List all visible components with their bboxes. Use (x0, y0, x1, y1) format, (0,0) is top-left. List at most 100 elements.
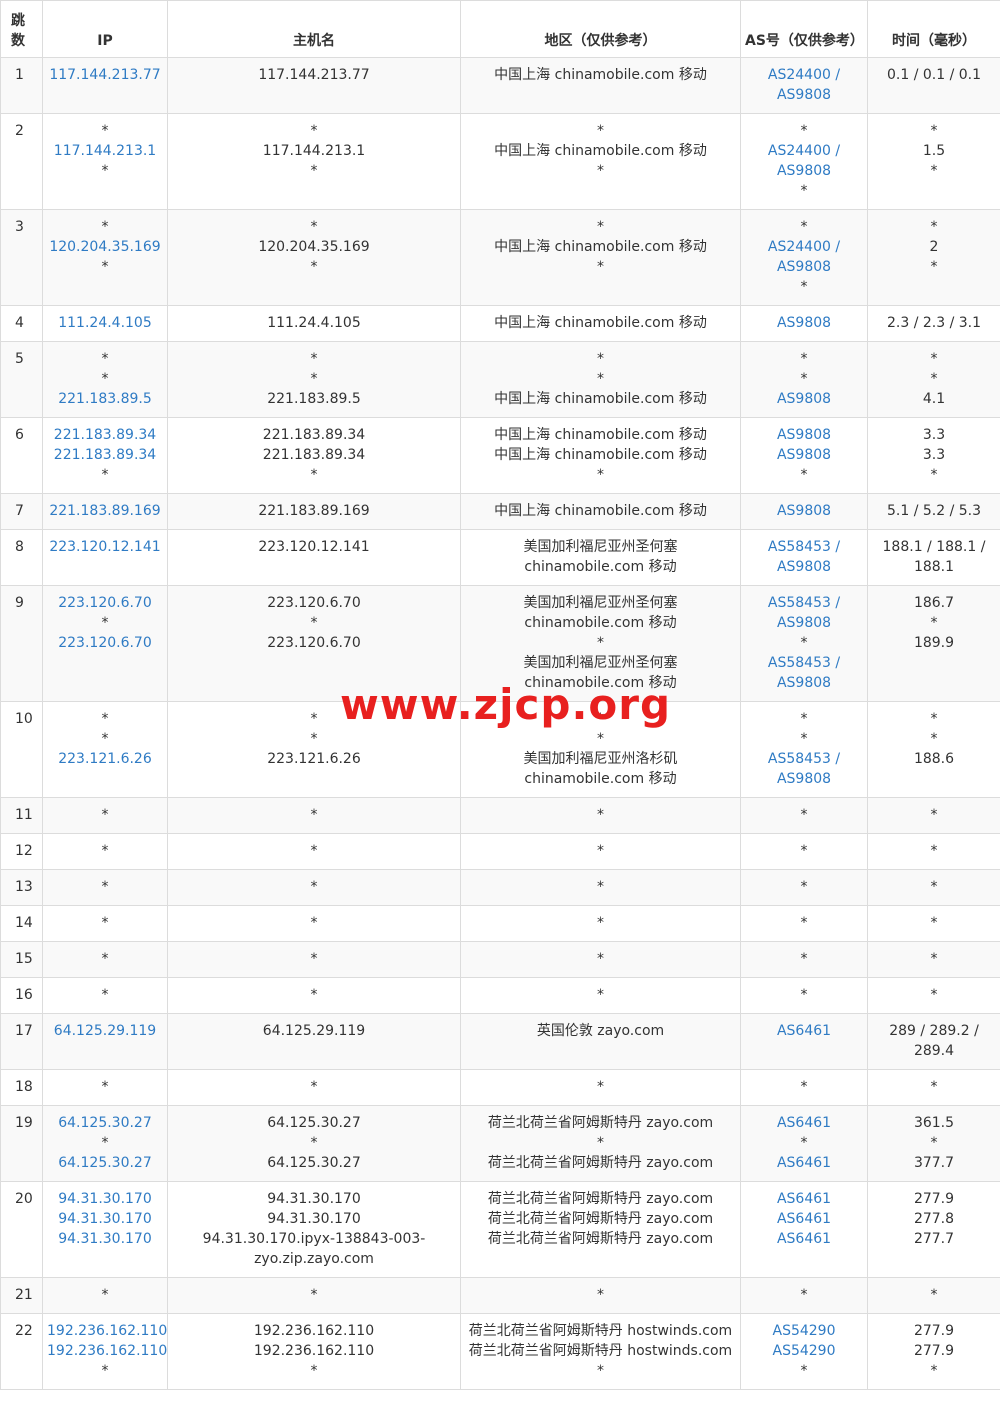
time-cell: 0.1 / 0.1 / 0.1 (867, 57, 1000, 114)
ip-link[interactable]: 223.120.6.70 (47, 633, 163, 653)
ip-link[interactable]: 94.31.30.170 (47, 1209, 163, 1229)
empty-marker: * (597, 123, 604, 139)
empty-marker: * (930, 123, 938, 139)
empty-marker: * (597, 879, 604, 895)
as-link[interactable]: AS9808 (745, 445, 863, 465)
ip-link[interactable]: 192.236.162.110 (47, 1321, 167, 1341)
as-link[interactable]: AS6461 (745, 1189, 863, 1209)
ip-link[interactable]: 64.125.30.27 (47, 1153, 163, 1173)
as-link[interactable]: AS58453 / (745, 537, 863, 557)
ip-link[interactable]: 223.120.12.141 (47, 537, 163, 557)
hop-number: 18 (0, 1069, 43, 1106)
region-value: 中国上海 chinamobile.com 移动 (494, 239, 707, 255)
as-link[interactable]: AS9808 (745, 425, 863, 445)
empty-marker: * (310, 915, 318, 931)
ip-cell: 64.125.30.27 * 64.125.30.27 (42, 1105, 168, 1182)
region-value: 中国上海 chinamobile.com 移动 (494, 67, 707, 83)
ip-link[interactable]: 117.144.213.77 (47, 65, 163, 85)
as-link[interactable]: AS58453 / (745, 653, 863, 673)
ip-link[interactable]: 94.31.30.170 (47, 1229, 163, 1249)
region-cell: * (460, 869, 741, 906)
header-ip: IP (42, 0, 168, 58)
as-link[interactable]: AS9808 (745, 673, 863, 693)
as-link[interactable]: AS54290 (745, 1321, 863, 1341)
table-row: 9 223.120.6.70 * 223.120.6.70 223.120.6.70 * 2… (0, 585, 1000, 702)
region-cell: * 中国上海 chinamobile.com 移动 * (460, 113, 741, 210)
as-link[interactable]: AS6461 (745, 1209, 863, 1229)
as-link[interactable]: AS24400 / (745, 65, 863, 85)
time-value: 188.6 (913, 751, 955, 767)
hop-number: 9 (0, 585, 43, 702)
as-link[interactable]: AS9808 (745, 161, 863, 181)
region-cell: 中国上海 chinamobile.com 移动 (460, 305, 741, 342)
ip-link[interactable]: 221.183.89.34 (47, 425, 163, 445)
ip-cell: 221.183.89.34 221.183.89.34 * (42, 417, 168, 494)
empty-marker: * (310, 123, 318, 139)
ip-link[interactable]: 64.125.30.27 (47, 1113, 163, 1133)
as-link[interactable]: AS24400 / (745, 141, 863, 161)
ip-link[interactable]: 221.183.89.5 (47, 389, 163, 409)
ip-link[interactable]: 64.125.29.119 (47, 1021, 163, 1041)
as-link[interactable]: AS9808 (745, 501, 863, 521)
ip-cell: * * 221.183.89.5 (42, 341, 168, 418)
region-cell: * (460, 941, 741, 978)
ip-link[interactable]: 221.183.89.169 (47, 501, 163, 521)
ip-link[interactable]: 94.31.30.170 (47, 1189, 163, 1209)
empty-marker: * (310, 951, 318, 967)
ip-link[interactable]: 221.183.89.34 (47, 445, 163, 465)
empty-marker: * (930, 259, 938, 275)
as-link[interactable]: AS9808 (745, 85, 863, 105)
as-link[interactable]: AS9808 (745, 769, 863, 789)
as-cell: AS6461 (740, 1013, 868, 1070)
region-cell: * * 美国加利福尼亚州洛杉矶 chinamobile.com 移动 (460, 701, 741, 798)
time-cell: * (867, 977, 1000, 1014)
ip-link[interactable]: 111.24.4.105 (47, 313, 163, 333)
as-link[interactable]: AS6461 (745, 1229, 863, 1249)
as-link[interactable]: AS6461 (745, 1153, 863, 1173)
host-value: 64.125.30.27 (267, 1155, 361, 1171)
host-cell: 192.236.162.110 192.236.162.110 * (167, 1313, 461, 1390)
ip-cell: * (42, 1277, 168, 1314)
ip-link[interactable]: 223.120.6.70 (47, 593, 163, 613)
ip-cell: * (42, 941, 168, 978)
as-link[interactable]: AS6461 (745, 1113, 863, 1133)
as-link[interactable]: AS9808 (745, 613, 863, 633)
ip-link[interactable]: 192.236.162.110 (47, 1341, 167, 1361)
as-cell: AS9808 (740, 305, 868, 342)
as-link[interactable]: AS9808 (745, 557, 863, 577)
ip-link[interactable]: 120.204.35.169 (47, 237, 163, 257)
as-cell: AS54290 AS54290 * (740, 1313, 868, 1390)
as-link[interactable]: AS58453 / (745, 749, 863, 769)
empty-marker: * (597, 711, 604, 727)
region-value: 荷兰北荷兰省阿姆斯特丹 zayo.com (487, 1115, 714, 1131)
empty-marker: * (101, 731, 109, 747)
table-row: 20 94.31.30.170 94.31.30.170 94.31.30.170 94… (0, 1181, 1000, 1278)
as-link[interactable]: AS24400 / (745, 237, 863, 257)
empty-marker: * (597, 951, 604, 967)
region-cell: * (460, 1277, 741, 1314)
as-cell: * AS24400 /AS9808 * (740, 113, 868, 210)
ip-link[interactable]: 223.121.6.26 (47, 749, 163, 769)
ip-cell: 94.31.30.170 94.31.30.170 94.31.30.170 (42, 1181, 168, 1278)
as-link[interactable]: AS6461 (745, 1021, 863, 1041)
empty-marker: * (930, 915, 938, 931)
hop-number: 12 (0, 833, 43, 870)
empty-marker: * (800, 915, 808, 931)
ip-cell: 192.236.162.110 192.236.162.110 * (42, 1313, 168, 1390)
host-value: 223.120.6.70 (267, 595, 361, 611)
table-row: 12 * * * * * (0, 833, 1000, 870)
as-link[interactable]: AS9808 (745, 389, 863, 409)
as-cell: * (740, 869, 868, 906)
table-row: 3 * 120.204.35.169 * * 120.204.35.169 * * 中国上海 c… (0, 209, 1000, 306)
host-cell: * 120.204.35.169 * (167, 209, 461, 306)
as-link[interactable]: AS9808 (745, 257, 863, 277)
time-cell: * (867, 869, 1000, 906)
region-cell: * (460, 1069, 741, 1106)
empty-marker: * (800, 1363, 808, 1379)
ip-link[interactable]: 117.144.213.1 (47, 141, 163, 161)
empty-marker: * (800, 351, 808, 367)
as-link[interactable]: AS54290 (745, 1341, 863, 1361)
as-link[interactable]: AS58453 / (745, 593, 863, 613)
as-link[interactable]: AS9808 (745, 313, 863, 333)
empty-marker: * (597, 807, 604, 823)
